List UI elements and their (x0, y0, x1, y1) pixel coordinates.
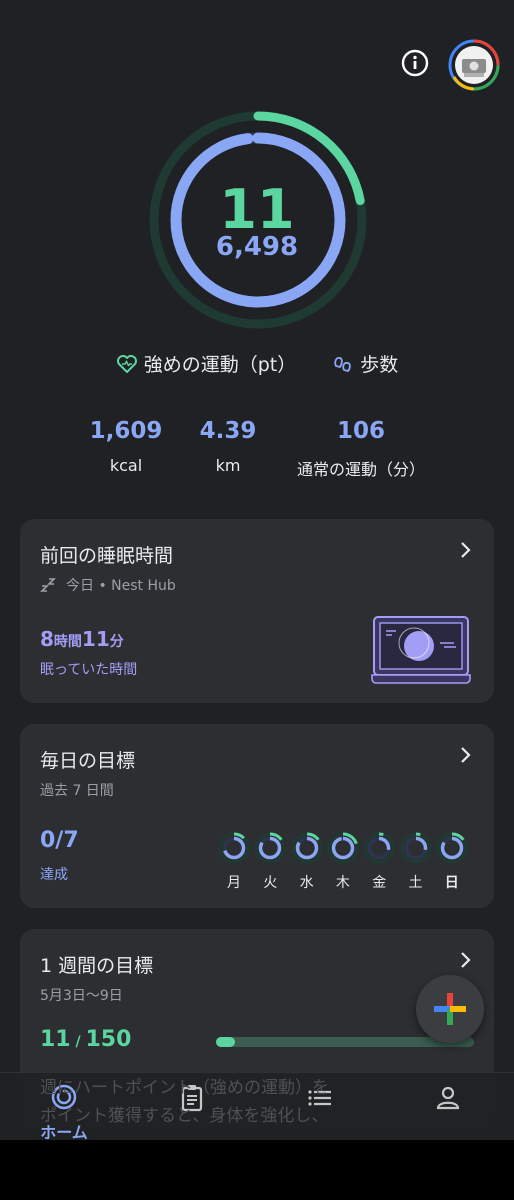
legend-heart-label: 強めの運動（pt） (143, 354, 297, 376)
stat-label: km (215, 456, 241, 475)
sleep-hours: 8 (40, 627, 54, 651)
legend-heart-points: 強めの運動（pt） (116, 350, 297, 377)
day-progress-ring (400, 832, 431, 864)
day-ring: 木 (327, 832, 359, 892)
day-rings-row: 月火水木金土日 (218, 832, 478, 892)
stat-value: 1,609 (89, 418, 163, 444)
plus-icon (434, 993, 466, 1025)
sleep-card[interactable]: 前回の睡眠時間 今日 • Nest Hub 8時間11分 眠っていた時間 (20, 519, 494, 703)
day-label: 水 (299, 875, 314, 891)
chevron-right-icon (461, 542, 471, 558)
legend-steps: 歩数 (332, 350, 398, 377)
card-title: 1 週間の目標 (40, 955, 154, 977)
chevron-right-icon (461, 747, 471, 763)
day-label: 日 (444, 875, 459, 891)
rings-legend: 強めの運動（pt） 歩数 (0, 350, 514, 377)
stat-move-minutes: 106 通常の運動（分） (284, 418, 438, 480)
profile-avatar[interactable] (448, 39, 500, 91)
day-progress-ring (436, 832, 468, 864)
weekly-target: 150 (85, 1027, 132, 1052)
sleep-minutes: 11 (81, 627, 110, 651)
day-ring: 日 (436, 832, 468, 892)
steps-value: 6,498 (215, 232, 299, 262)
day-label: 金 (372, 875, 387, 891)
weekly-progress-value: 11 / 150 (40, 1027, 132, 1052)
background-overlap-text: 週にハートポイント（強めの運動）を ポイント獲得すると、身体を強化し、 (40, 1074, 400, 1130)
day-label: 火 (263, 875, 278, 891)
nav-profile[interactable] (408, 1083, 488, 1117)
heart-icon (116, 354, 137, 373)
day-progress-ring (291, 832, 323, 864)
day-label: 木 (335, 875, 350, 891)
card-subtitle-row: 今日 • Nest Hub (40, 575, 176, 595)
day-progress-ring (327, 832, 359, 864)
add-activity-button[interactable] (416, 975, 484, 1043)
stat-distance: 4.39 km (188, 418, 268, 475)
day-ring: 土 (400, 832, 432, 892)
sleep-zz-icon (40, 578, 56, 592)
ghost-line: ポイント獲得すると、身体を強化し、 (40, 1106, 329, 1126)
day-ring: 火 (254, 832, 286, 892)
nest-hub-icon (371, 616, 471, 684)
stat-value: 4.39 (199, 418, 257, 444)
ghost-line: 週にハートポイント（強めの運動）を (40, 1078, 329, 1098)
sleep-duration: 8時間11分 (40, 627, 124, 651)
stat-value: 106 (336, 418, 385, 444)
info-icon[interactable] (400, 48, 430, 78)
sleep-label: 眠っていた時間 (40, 662, 138, 678)
card-subtitle: 5月3日〜9日 (40, 988, 123, 1004)
chevron-right-icon (461, 952, 471, 968)
stat-label: 通常の運動（分） (296, 460, 425, 479)
goals-achieved-value: 0/7 (40, 828, 79, 853)
sleep-hours-unit: 時間 (53, 634, 82, 650)
weekly-progress-fill (216, 1037, 235, 1047)
card-title: 前回の睡眠時間 (40, 545, 174, 567)
day-label: 月 (227, 875, 241, 891)
heart-points-value: 11 (219, 178, 295, 241)
day-progress-ring (254, 832, 286, 864)
stat-label: kcal (109, 456, 143, 475)
app-screen: 11 6,498 強めの運動（pt） 歩数 1,609 kcal 4.39 km (0, 0, 514, 1140)
sleep-minutes-unit: 分 (109, 634, 124, 650)
card-subtitle: 過去 7 日間 (40, 783, 114, 799)
card-subtitle: 今日 • Nest Hub (66, 578, 176, 594)
profile-icon (436, 1086, 460, 1110)
day-ring: 金 (363, 832, 395, 892)
footsteps-icon (334, 356, 352, 372)
weekly-current: 11 (40, 1027, 71, 1052)
day-ring: 水 (291, 832, 323, 892)
goals-achieved-label: 達成 (40, 867, 68, 883)
day-progress-ring (218, 832, 250, 864)
legend-steps-label: 歩数 (360, 354, 399, 376)
day-label: 土 (408, 875, 423, 891)
day-ring: 月 (218, 832, 250, 892)
stat-calories: 1,609 kcal (84, 418, 168, 475)
day-progress-ring (363, 832, 395, 864)
daily-goals-card[interactable]: 毎日の目標 過去 7 日間 0/7 達成 月 火 水 木 金 土 日 (20, 724, 494, 908)
card-title: 毎日の目標 (40, 750, 136, 772)
